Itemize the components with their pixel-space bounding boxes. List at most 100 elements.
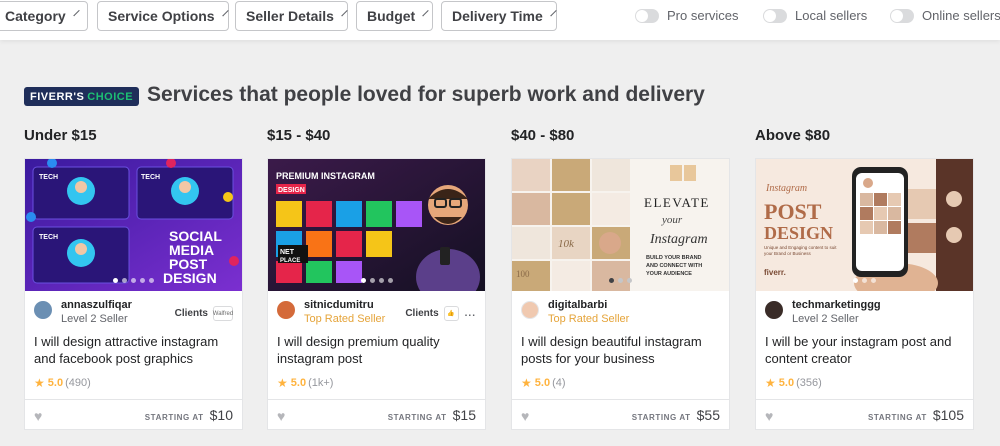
- seller-name[interactable]: techmarketinggg: [792, 299, 881, 312]
- price-range-title: Above $80: [755, 127, 831, 144]
- gig-title[interactable]: I will design beautiful instagram posts …: [521, 333, 721, 367]
- thumb-text: DESIGN: [764, 223, 833, 243]
- thumb-text: your Brand or Business: [764, 251, 812, 256]
- online-sellers-toggle[interactable]: Online sellers: [890, 8, 1000, 23]
- seller-info: annaszulfiqar Level 2 Seller: [34, 299, 132, 327]
- toggle-switch[interactable]: [763, 8, 787, 23]
- local-sellers-label: Local sellers: [795, 8, 868, 23]
- price: STARTING AT $55: [632, 407, 720, 423]
- seller-info: digitalbarbi Top Rated Seller: [521, 299, 629, 327]
- price-value: $105: [932, 407, 964, 423]
- seller-name[interactable]: sitnicdumitru: [304, 299, 385, 312]
- gig-card[interactable]: TECH TECH TECH SOCIAL MEDIA POST DESIGN …: [24, 158, 243, 430]
- gig-title[interactable]: I will be your instagram post and conten…: [765, 333, 965, 367]
- thumb-text: AND CONNECT WITH: [646, 263, 702, 269]
- star-icon: ★: [521, 376, 532, 390]
- toggle-switch[interactable]: [890, 8, 914, 23]
- price-range-title: $15 - $40: [267, 127, 331, 144]
- seller-name[interactable]: annaszulfiqar: [61, 299, 132, 312]
- thumb-text: PREMIUM INSTAGRAM: [276, 171, 375, 181]
- gig-title[interactable]: I will design premium quality instagram …: [277, 333, 477, 367]
- heart-icon[interactable]: ♥: [521, 409, 529, 423]
- gig-card[interactable]: 10k 100 ELEVATE your Instagram BUILD YOU…: [511, 158, 730, 430]
- seller-details-label: Seller Details: [246, 8, 334, 24]
- seller-name[interactable]: digitalbarbi: [548, 299, 629, 312]
- thumb-text: NET: [280, 249, 295, 256]
- gig-thumbnail[interactable]: PREMIUM INSTAGRAM DESIGN NET PLACE: [268, 159, 485, 291]
- seller-details-dropdown[interactable]: Seller Details: [235, 1, 348, 31]
- price-value: $55: [696, 407, 720, 423]
- rating-value: 5.0: [534, 377, 551, 389]
- gig-image: Instagram POST DESIGN Unique and Engagin…: [756, 159, 973, 291]
- badge-accent-text: CHOICE: [87, 90, 134, 103]
- client-logo: Walfred: [213, 306, 233, 321]
- carousel-dots[interactable]: [756, 278, 973, 283]
- clients-label: Clients 👍 ...: [405, 306, 476, 321]
- gig-image: TECH TECH TECH SOCIAL MEDIA POST DESIGN: [25, 159, 242, 291]
- pro-services-toggle[interactable]: Pro services: [635, 8, 739, 23]
- pro-services-label: Pro services: [667, 8, 739, 23]
- rating: ★ 5.0 (490): [34, 376, 91, 390]
- client-logo: 👍: [443, 306, 459, 321]
- star-icon: ★: [34, 376, 45, 390]
- avatar[interactable]: [34, 301, 52, 319]
- seller-level: Top Rated Seller: [304, 313, 386, 325]
- avatar[interactable]: [277, 301, 295, 319]
- budget-dropdown[interactable]: Budget: [356, 1, 433, 31]
- review-count: (356): [796, 377, 822, 389]
- seller-level: Top Rated Seller: [548, 313, 630, 325]
- rating: ★ 5.0 (4): [521, 376, 566, 390]
- clients-label: Clients Walfred: [175, 306, 233, 321]
- gig-thumbnail[interactable]: 10k 100 ELEVATE your Instagram BUILD YOU…: [512, 159, 729, 291]
- badge-main-text: FIVERR'S: [30, 90, 85, 103]
- price-range-title: Under $15: [24, 127, 97, 144]
- service-options-dropdown[interactable]: Service Options: [97, 1, 229, 31]
- heart-icon[interactable]: ♥: [34, 409, 42, 423]
- gig-thumbnail[interactable]: TECH TECH TECH SOCIAL MEDIA POST DESIGN: [25, 159, 242, 291]
- chevron-down-icon: [341, 9, 348, 17]
- gig-title[interactable]: I will design attractive instagram and f…: [34, 333, 234, 367]
- thumb-text: your: [661, 214, 683, 226]
- toggle-switch[interactable]: [635, 8, 659, 23]
- price: STARTING AT $15: [388, 407, 476, 423]
- rating: ★ 5.0 (356): [765, 376, 822, 390]
- gig-thumbnail[interactable]: Instagram POST DESIGN Unique and Engagin…: [756, 159, 973, 291]
- gig-card[interactable]: PREMIUM INSTAGRAM DESIGN NET PLACE sitni…: [267, 158, 486, 430]
- carousel-dots[interactable]: [512, 278, 729, 283]
- thumb-text: TECH: [39, 234, 58, 241]
- price-value: $10: [209, 407, 233, 423]
- starting-at-label: STARTING AT: [631, 413, 691, 422]
- thumb-text: Unique and Engaging content to suit: [764, 245, 837, 250]
- rating-value: 5.0: [47, 377, 64, 389]
- thumb-text: TECH: [39, 174, 58, 181]
- thumb-text: ELEVATE: [644, 195, 710, 210]
- delivery-time-dropdown[interactable]: Delivery Time: [441, 1, 557, 31]
- category-label: Category: [5, 8, 66, 24]
- local-sellers-toggle[interactable]: Local sellers: [763, 8, 867, 23]
- avatar[interactable]: [521, 301, 539, 319]
- carousel-dots[interactable]: [268, 278, 485, 283]
- chevron-down-icon: [550, 9, 557, 17]
- category-dropdown[interactable]: Category: [0, 1, 88, 31]
- rating-value: 5.0: [778, 377, 795, 389]
- seller-level: Level 2 Seller: [61, 313, 128, 325]
- thumb-text: 10k: [558, 238, 575, 250]
- carousel-dots[interactable]: [25, 278, 242, 283]
- gig-card[interactable]: Instagram POST DESIGN Unique and Engagin…: [755, 158, 974, 430]
- clients-text: Clients: [405, 308, 439, 319]
- clients-text: Clients: [174, 308, 208, 319]
- avatar[interactable]: [765, 301, 783, 319]
- more-icon[interactable]: ...: [465, 308, 476, 319]
- heart-icon[interactable]: ♥: [277, 409, 285, 423]
- thumb-text: DESIGN: [278, 187, 305, 194]
- section-headline: Services that people loved for superb wo…: [147, 83, 705, 106]
- thumb-text: TECH: [141, 174, 160, 181]
- card-footer: ♥ STARTING AT $105: [756, 399, 973, 430]
- thumb-text: BUILD YOUR BRAND: [646, 255, 702, 261]
- starting-at-label: STARTING AT: [387, 413, 447, 422]
- heart-icon[interactable]: ♥: [765, 409, 773, 423]
- service-options-label: Service Options: [108, 8, 215, 24]
- card-footer: ♥ STARTING AT $15: [268, 399, 485, 430]
- gig-image: PREMIUM INSTAGRAM DESIGN NET PLACE: [268, 159, 485, 291]
- seller-info: sitnicdumitru Top Rated Seller: [277, 299, 385, 327]
